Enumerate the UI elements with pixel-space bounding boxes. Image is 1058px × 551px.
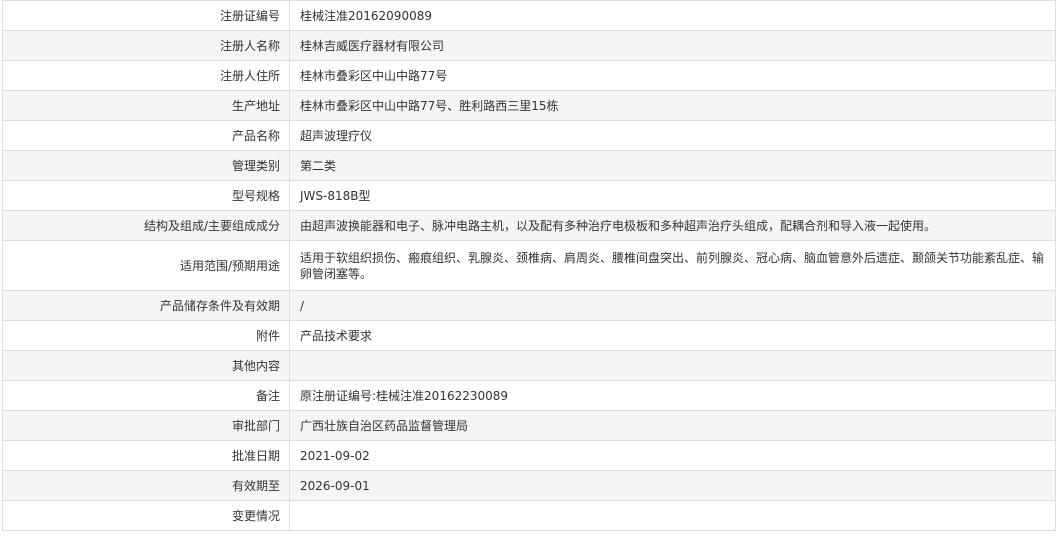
table-row-registrant-address: 注册人住所 桂林市叠彩区中山中路77号	[2, 60, 1056, 91]
table-row-model-spec: 型号规格 JWS-818B型	[2, 180, 1056, 211]
row-value: 广西壮族自治区药品监督管理局	[289, 410, 1056, 441]
row-label: 注册证编号	[2, 0, 290, 31]
table-row-product-name: 产品名称 超声波理疗仪	[2, 120, 1056, 151]
row-label: 结构及组成/主要组成成分	[2, 210, 290, 241]
table-row-registration-number: 注册证编号 桂械注准20162090089	[2, 0, 1056, 31]
table-row-approval-date: 批准日期 2021-09-02	[2, 440, 1056, 471]
row-label: 备注	[2, 380, 290, 411]
table-row-structure-composition: 结构及组成/主要组成成分 由超声波换能器和电子、脉冲电路主机，以及配有多种治疗电…	[2, 210, 1056, 241]
row-value: 2021-09-02	[289, 440, 1056, 471]
row-label: 注册人住所	[2, 60, 290, 91]
table-row-attachment: 附件 产品技术要求	[2, 320, 1056, 351]
row-value: 原注册证编号:桂械注准20162230089	[289, 380, 1056, 411]
row-value: 桂械注准20162090089	[289, 0, 1056, 31]
row-value: 产品技术要求	[289, 320, 1056, 351]
table-row-intended-use: 适用范围/预期用途 适用于软组织损伤、瘢痕组织、乳腺炎、颈椎病、肩周炎、腰椎间盘…	[2, 240, 1056, 291]
row-value	[289, 350, 1056, 381]
row-label: 批准日期	[2, 440, 290, 471]
row-value: 超声波理疗仪	[289, 120, 1056, 151]
row-value: 桂林吉威医疗器材有限公司	[289, 30, 1056, 61]
table-row-change-history: 变更情况	[2, 500, 1056, 531]
row-label: 产品名称	[2, 120, 290, 151]
row-value: JWS-818B型	[289, 180, 1056, 211]
row-label: 附件	[2, 320, 290, 351]
row-label: 注册人名称	[2, 30, 290, 61]
row-label: 型号规格	[2, 180, 290, 211]
row-label: 变更情况	[2, 500, 290, 531]
row-value: 桂林市叠彩区中山中路77号、胜利路西三里15栋	[289, 90, 1056, 121]
table-row-storage-validity: 产品储存条件及有效期 /	[2, 290, 1056, 321]
row-value: 由超声波换能器和电子、脉冲电路主机，以及配有多种治疗电极板和多种超声治疗头组成，…	[289, 210, 1056, 241]
table-row-other-content: 其他内容	[2, 350, 1056, 381]
row-label: 管理类别	[2, 150, 290, 181]
row-label: 生产地址	[2, 90, 290, 121]
row-value: 2026-09-01	[289, 470, 1056, 501]
registration-detail-table: 注册证编号 桂械注准20162090089 注册人名称 桂林吉威医疗器材有限公司…	[2, 0, 1056, 531]
row-value: 第二类	[289, 150, 1056, 181]
row-label: 审批部门	[2, 410, 290, 441]
table-row-approval-department: 审批部门 广西壮族自治区药品监督管理局	[2, 410, 1056, 441]
table-row-valid-until: 有效期至 2026-09-01	[2, 470, 1056, 501]
table-row-remarks: 备注 原注册证编号:桂械注准20162230089	[2, 380, 1056, 411]
row-value	[289, 500, 1056, 531]
table-row-production-address: 生产地址 桂林市叠彩区中山中路77号、胜利路西三里15栋	[2, 90, 1056, 121]
table-row-management-category: 管理类别 第二类	[2, 150, 1056, 181]
table-row-registrant-name: 注册人名称 桂林吉威医疗器材有限公司	[2, 30, 1056, 61]
row-value: 桂林市叠彩区中山中路77号	[289, 60, 1056, 91]
row-label: 其他内容	[2, 350, 290, 381]
row-label: 有效期至	[2, 470, 290, 501]
row-value: /	[289, 290, 1056, 321]
row-value: 适用于软组织损伤、瘢痕组织、乳腺炎、颈椎病、肩周炎、腰椎间盘突出、前列腺炎、冠心…	[289, 240, 1056, 291]
row-label: 产品储存条件及有效期	[2, 290, 290, 321]
row-label: 适用范围/预期用途	[2, 240, 290, 291]
